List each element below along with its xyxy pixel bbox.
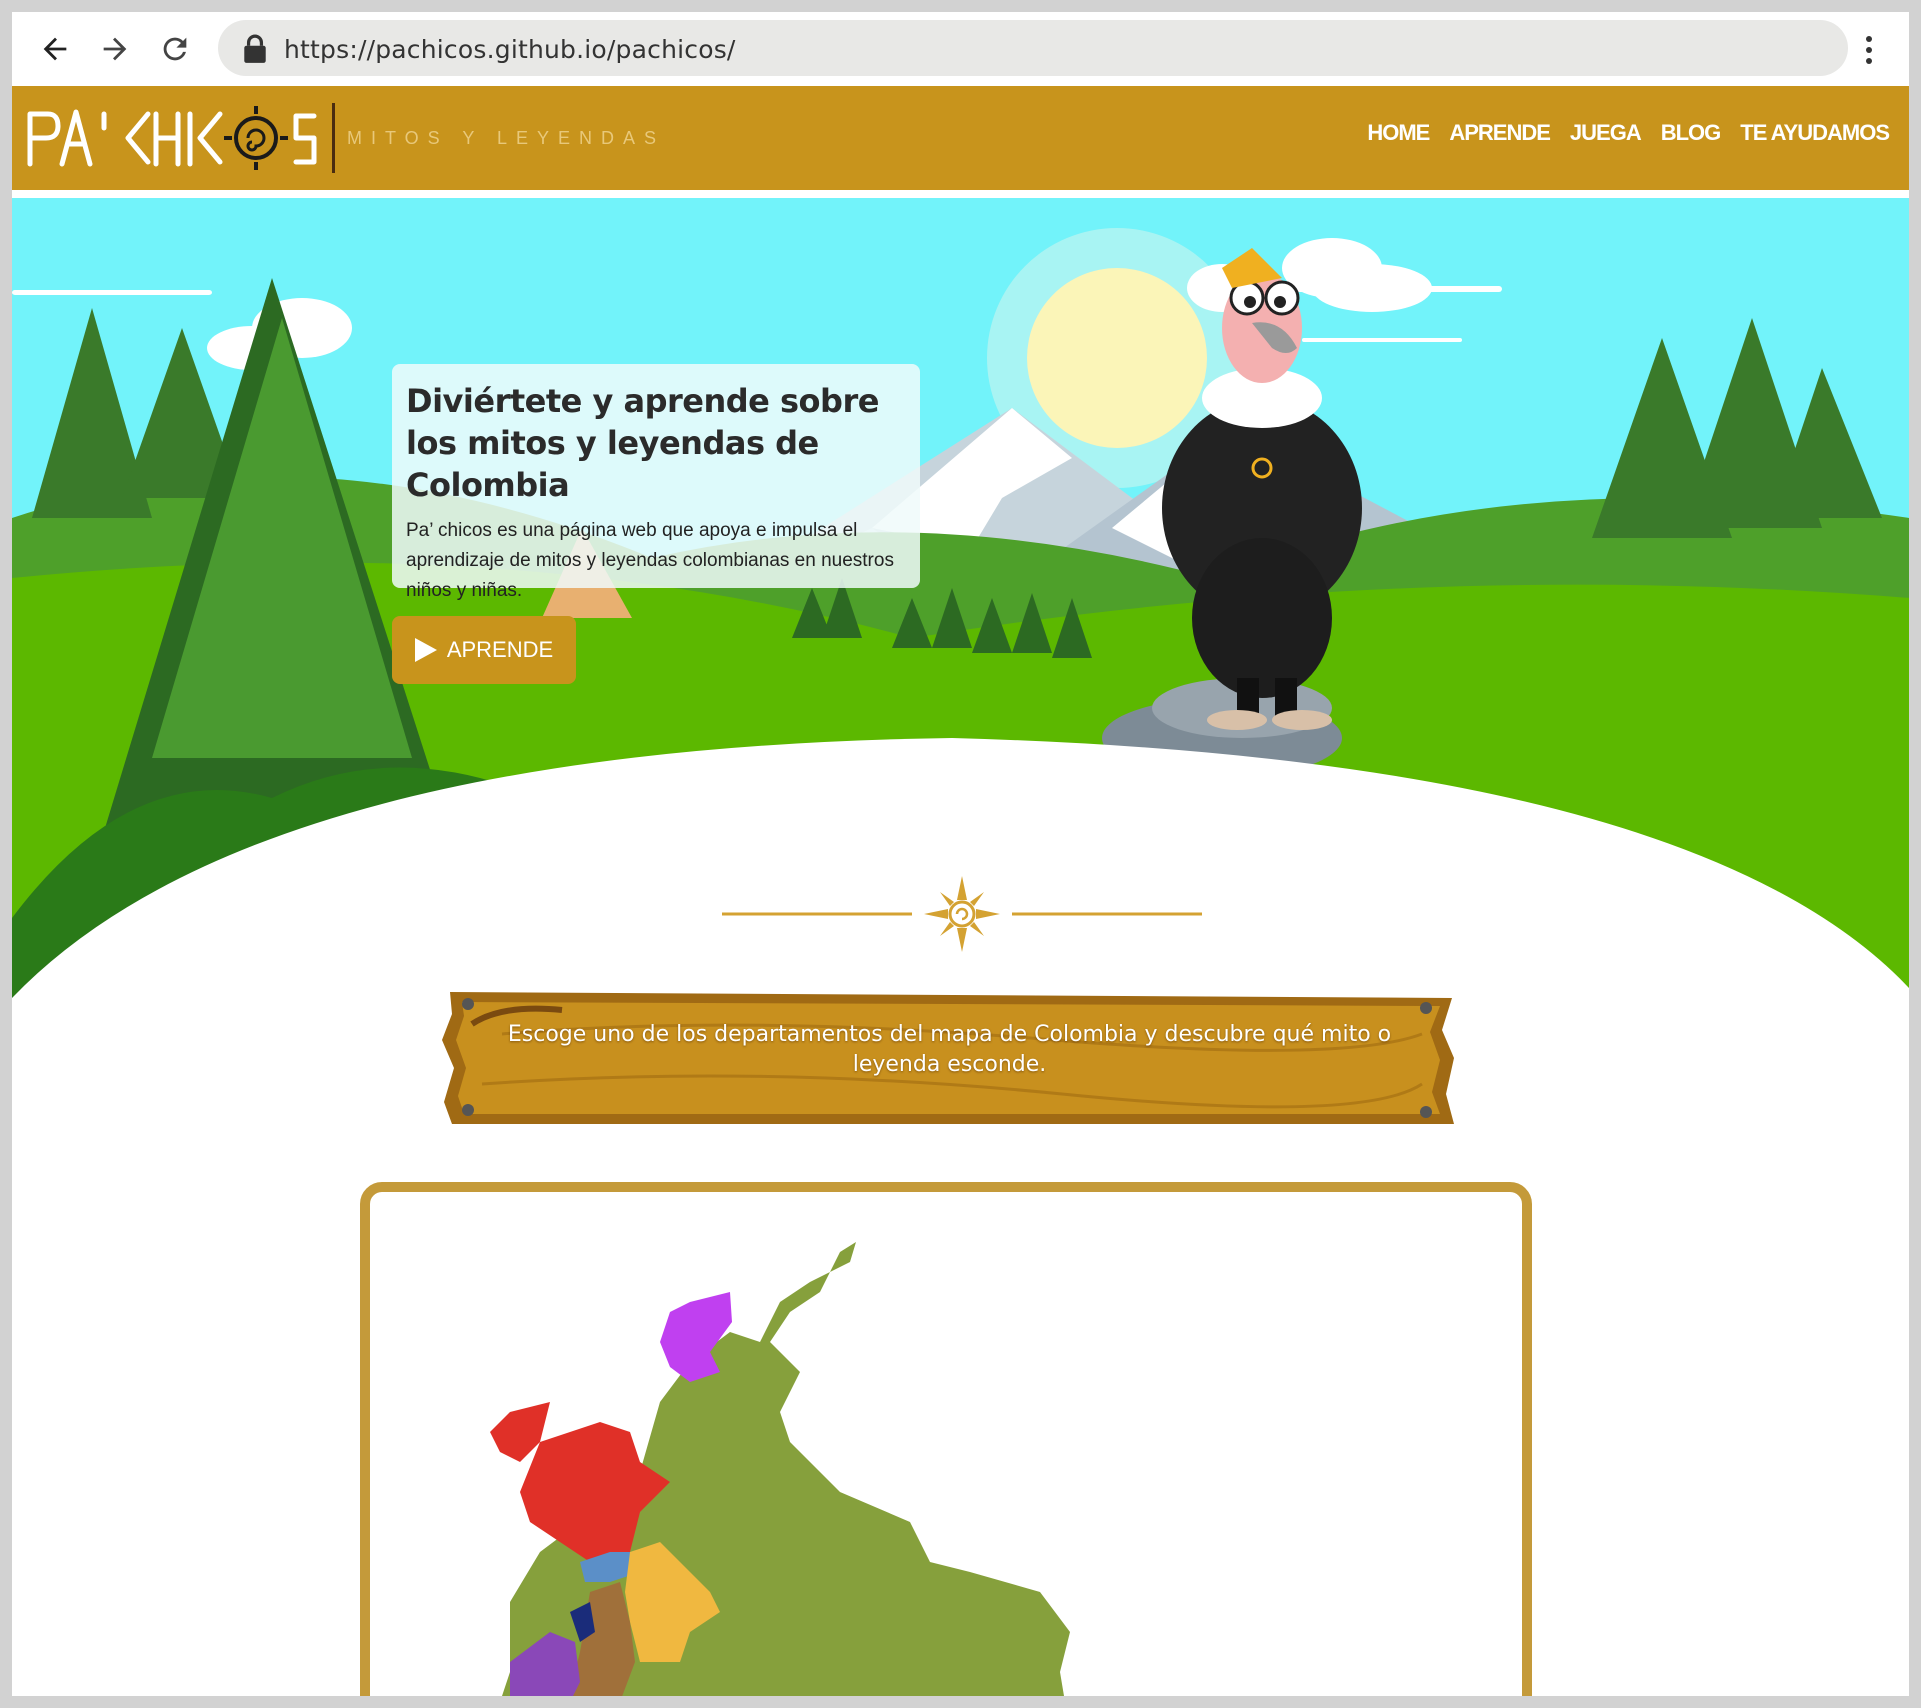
lock-icon — [244, 34, 266, 63]
forward-arrow-icon[interactable] — [92, 26, 138, 72]
logo-subtitle: MITOS Y LEYENDAS — [347, 127, 666, 148]
instruction-sign: Escoge uno de los departamentos del mapa… — [442, 984, 1457, 1130]
more-menu-icon[interactable] — [1854, 30, 1884, 70]
nav-home[interactable]: HOME — [1367, 120, 1430, 146]
nav-juega[interactable]: JUEGA — [1570, 120, 1642, 146]
back-arrow-icon[interactable] — [32, 26, 78, 72]
logo-wordmark — [27, 106, 317, 170]
hero-card: Diviértete y aprende sobre los mitos y l… — [392, 364, 920, 601]
main-nav: HOME APRENDE JUEGA BLOG TE AYUDAMOS — [1367, 120, 1890, 146]
site-header: MITOS Y LEYENDAS HOME APRENDE JUEGA BLOG… — [12, 86, 1909, 190]
browser-window: https://pachicos.github.io/pachicos/ MIT… — [12, 12, 1909, 1696]
hero-description: Pa’ chicos es una página web que apoya e… — [406, 520, 894, 601]
aprende-button-label: APRENDE — [446, 637, 554, 662]
sun-divider-ornament — [722, 876, 1202, 952]
nav-aprende[interactable]: APRENDE — [1449, 120, 1551, 146]
browser-toolbar: https://pachicos.github.io/pachicos/ — [12, 12, 1909, 86]
logo-divider — [332, 103, 335, 173]
url-text: https://pachicos.github.io/pachicos/ — [284, 35, 736, 64]
colombia-map-frame — [360, 1182, 1532, 1696]
site-logo[interactable]: MITOS Y LEYENDAS — [24, 98, 665, 178]
nav-te-ayudamos[interactable]: TE AYUDAMOS — [1740, 120, 1890, 146]
hero-title: Diviértete y aprende sobre los mitos y l… — [406, 382, 879, 504]
reload-icon[interactable] — [152, 26, 198, 72]
address-bar[interactable]: https://pachicos.github.io/pachicos/ — [218, 20, 1848, 76]
sign-text: Escoge uno de los departamentos del mapa… — [507, 1022, 1392, 1077]
nav-blog[interactable]: BLOG — [1661, 120, 1722, 146]
aprende-button[interactable]: APRENDE — [392, 616, 576, 684]
play-icon — [414, 638, 437, 662]
colombia-map — [490, 1242, 1070, 1696]
